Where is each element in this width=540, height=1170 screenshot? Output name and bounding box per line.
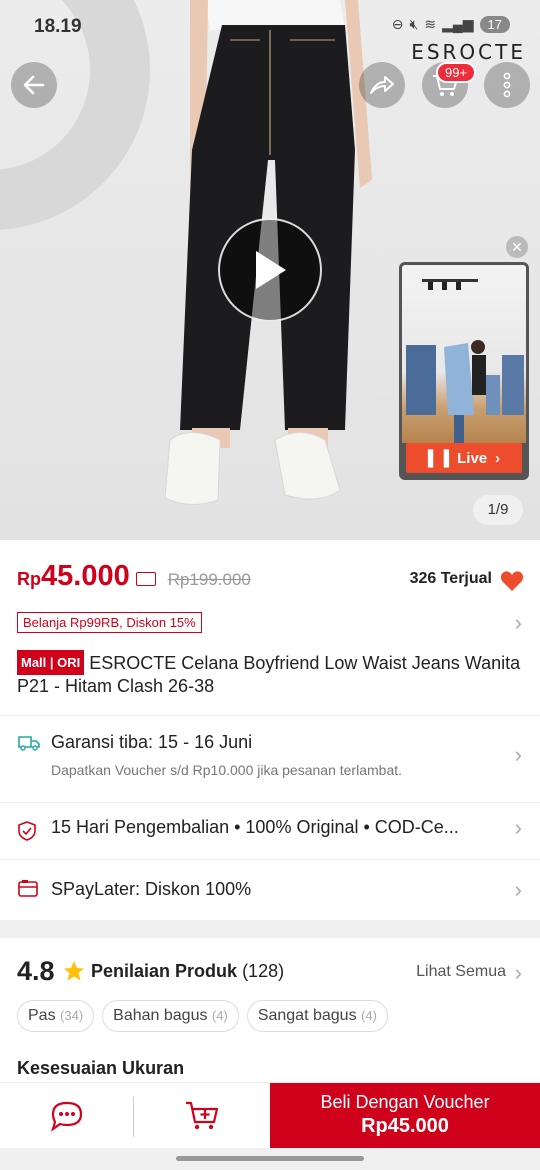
guarantee-row[interactable]: 15 Hari Pengembalian • 100% Original • C… (0, 803, 540, 859)
rating-count: (128) (242, 961, 285, 981)
shield-icon (18, 821, 36, 841)
play-video-button[interactable] (218, 218, 322, 322)
buy-button-price: Rp45.000 (361, 1115, 449, 1137)
add-cart-icon (186, 1101, 219, 1130)
chevron-right-icon: › (514, 742, 522, 767)
price-row: Rp 45.000 Rp199.000 (17, 560, 251, 593)
chevron-right-icon: › (514, 877, 522, 902)
promo-tag[interactable]: Belanja Rp99RB, Diskon 15% (17, 612, 202, 633)
review-chip[interactable]: Pas (34) (17, 1000, 95, 1032)
rating-label: Penilaian Produk (128) (91, 961, 284, 982)
chip-count: (4) (211, 1008, 228, 1023)
system-nav-bar (0, 1148, 540, 1170)
heart-icon[interactable] (500, 570, 524, 592)
product-title-text: ESROCTE Celana Boyfriend Low Waist Jeans… (17, 653, 521, 696)
live-stream-preview[interactable]: ▌▐ Live › (399, 262, 529, 480)
status-icons: ⊖ 🔇︎ ≋ ▂▄▆ 17 (392, 16, 510, 33)
chevron-right-icon: › (495, 449, 501, 467)
cart-count-badge: 99+ (436, 62, 477, 83)
live-scene-drawing (406, 279, 524, 443)
dnd-icon: ⊖ (391, 16, 404, 32)
ori-badge-text: ORI (57, 655, 81, 670)
price-current: 45.000 (41, 560, 130, 592)
buy-with-voucher-button[interactable]: Beli Dengan Voucher Rp45.000 (270, 1083, 540, 1149)
guarantee-text: 15 Hari Pengembalian • 100% Original • C… (51, 817, 459, 837)
chip-count: (4) (361, 1008, 377, 1023)
brand-logo: ESROCTE (411, 40, 526, 64)
review-chip[interactable]: Bahan bagus (4) (102, 1000, 239, 1032)
mute-icon: 🔇︎ (409, 16, 419, 32)
live-scene-image (402, 265, 526, 443)
live-bars-icon: ▌▐ (427, 449, 450, 467)
share-icon (370, 76, 394, 94)
home-gesture-pill[interactable] (176, 1156, 364, 1161)
wifi-icon: ≋ (424, 16, 437, 32)
live-label: Live (457, 449, 488, 467)
bottom-action-bar: Beli Dengan Voucher Rp45.000 (0, 1082, 540, 1149)
price-original: Rp199.000 (167, 570, 251, 589)
more-options-button[interactable] (484, 62, 530, 108)
sold-count: 326 Terjual (409, 570, 492, 587)
star-icon (64, 961, 84, 981)
back-button[interactable] (11, 62, 57, 108)
size-fit-title: Kesesuaian Ukuran (17, 1058, 185, 1078)
review-chips: Pas (34) Bahan bagus (4) Sangat bagus (4… (17, 1000, 388, 1032)
battery-indicator: 17 (479, 16, 510, 33)
more-vertical-icon (503, 72, 511, 98)
chevron-right-icon[interactable]: › (515, 960, 522, 986)
image-counter: 1/9 (473, 495, 523, 525)
reviews-section: 4.8 Penilaian Produk (128) Lihat Semua ›… (0, 938, 540, 1088)
shipping-section: Garansi tiba: 15 - 16 Juni Dapatkan Vouc… (0, 715, 540, 920)
chat-button[interactable] (0, 1083, 134, 1149)
coin-voucher-icon (135, 572, 156, 586)
paylater-text: SPayLater: Diskon 100% (51, 879, 252, 899)
price-section: Rp 45.000 Rp199.000 326 Terjual Belanja … (0, 540, 540, 715)
paylater-row[interactable]: SPayLater: Diskon 100% › (0, 860, 540, 921)
mall-ori-badge: Mall | ORI (17, 650, 85, 675)
play-icon (256, 251, 286, 289)
review-chip[interactable]: Sangat bagus (4) (246, 1000, 388, 1032)
chip-label: Bahan bagus (113, 1007, 208, 1024)
arrow-left-icon (23, 75, 45, 95)
rating-label-text: Penilaian Produk (91, 961, 238, 981)
buy-button-label: Beli Dengan Voucher (320, 1092, 490, 1112)
status-time: 18.19 (34, 16, 82, 37)
add-to-cart-button[interactable] (134, 1083, 270, 1149)
chevron-right-icon[interactable]: › (515, 610, 522, 636)
shipping-title: Garansi tiba: 15 - 16 Juni (51, 732, 253, 752)
chat-icon (51, 1101, 83, 1132)
rating-value: 4.8 (17, 956, 55, 986)
chevron-right-icon: › (514, 815, 522, 840)
share-button[interactable] (359, 62, 405, 108)
live-close-button[interactable]: ✕ (506, 236, 528, 258)
truck-icon (18, 736, 40, 751)
price-currency: Rp (17, 569, 41, 589)
chip-count: (34) (60, 1008, 84, 1023)
paylater-icon (18, 880, 38, 897)
shipping-row[interactable]: Garansi tiba: 15 - 16 Juni Dapatkan Vouc… (0, 716, 540, 800)
mall-badge-text: Mall (21, 655, 47, 670)
product-title: Mall | ORI ESROCTE Celana Boyfriend Low W… (17, 650, 527, 698)
product-image-carousel[interactable]: 18.19 ⊖ 🔇︎ ≋ ▂▄▆ 17 ESROCTE 99+ ✕ ▌▐ Liv… (0, 0, 540, 540)
signal-icon: ▂▄▆ (442, 16, 474, 32)
see-all-link[interactable]: Lihat Semua (416, 963, 506, 981)
chip-label: Pas (28, 1007, 56, 1024)
shipping-subtitle: Dapatkan Voucher s/d Rp10.000 jika pesan… (51, 762, 403, 778)
live-button[interactable]: ▌▐ Live › (406, 443, 522, 473)
chip-label: Sangat bagus (257, 1007, 357, 1024)
